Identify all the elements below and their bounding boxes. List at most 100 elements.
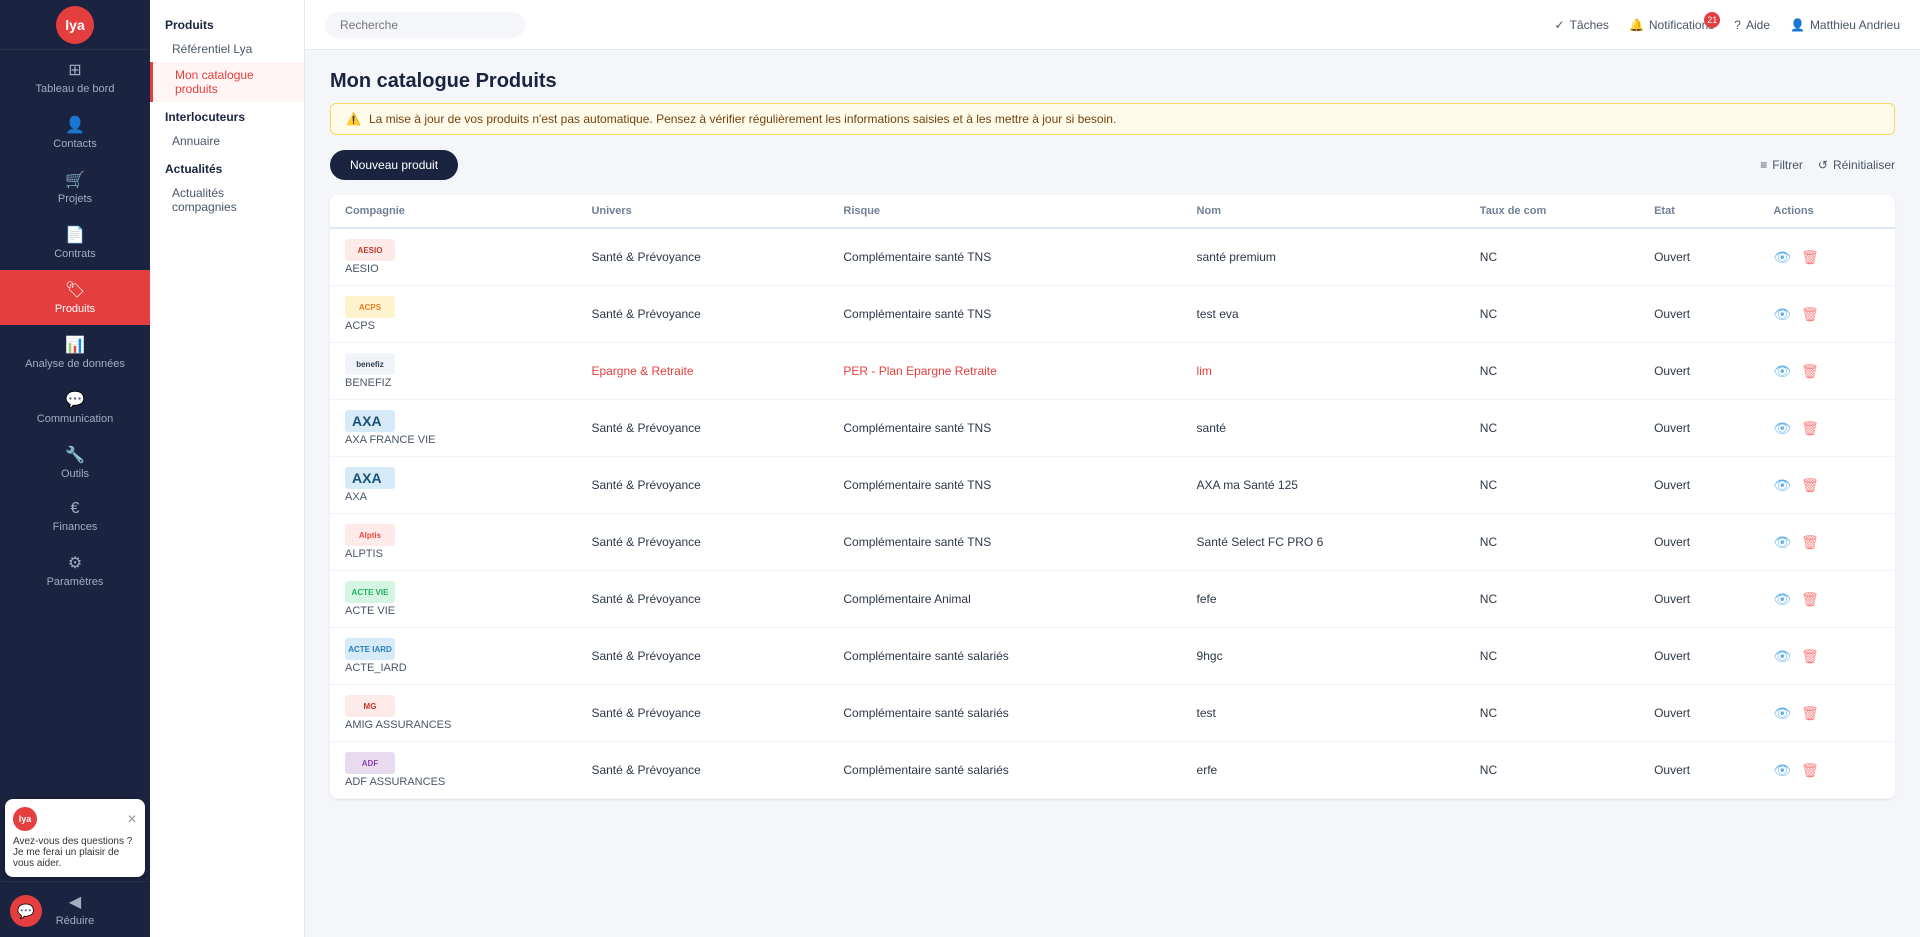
row-0-compagnie: AESIO AESIO bbox=[330, 228, 576, 286]
view-button[interactable]: 👁 bbox=[1773, 762, 1791, 779]
sidebar-item-produits[interactable]: 🏷 Produits bbox=[0, 270, 150, 325]
sidebar-label-produits: Produits bbox=[55, 303, 95, 315]
sidebar-item-contrats[interactable]: 📄 Contrats bbox=[0, 215, 150, 270]
sub-item-referentiel[interactable]: Référentiel Lya bbox=[150, 36, 304, 62]
row-7-univers: Santé & Prévoyance bbox=[576, 628, 828, 685]
chat-bot-button[interactable]: 💬 bbox=[10, 895, 42, 927]
sidebar-item-dashboard[interactable]: ⊞ Tableau de bord bbox=[0, 50, 150, 105]
col-header-univers: Univers bbox=[576, 195, 828, 228]
row-8-nom: test bbox=[1182, 685, 1465, 742]
risque-link[interactable]: PER - Plan Epargne Retraite bbox=[843, 364, 996, 378]
univers-link[interactable]: Epargne & Retraite bbox=[591, 364, 693, 378]
view-button[interactable]: 👁 bbox=[1773, 591, 1791, 608]
help-button[interactable]: ? Aide bbox=[1734, 18, 1770, 32]
col-header-taux_com: Taux de com bbox=[1465, 195, 1639, 228]
row-9-etat: Ouvert bbox=[1639, 742, 1758, 799]
chat-bubble: lya ✕ Avez-vous des questions ? Je me fe… bbox=[5, 799, 145, 877]
row-7-risque: Complémentaire santé salariés bbox=[828, 628, 1181, 685]
topbar: ✓ Tâches 🔔 Notifications 21 ? Aide 👤 Mat… bbox=[305, 0, 1920, 50]
delete-button[interactable]: 🗑 bbox=[1801, 534, 1819, 551]
communication-icon: 💬 bbox=[65, 390, 85, 410]
sidebar-item-finances[interactable]: € Finances bbox=[0, 490, 150, 543]
notifications-button[interactable]: 🔔 Notifications 21 bbox=[1629, 18, 1714, 32]
reset-icon: ↺ bbox=[1818, 158, 1828, 172]
row-0-taux: NC bbox=[1465, 228, 1639, 286]
row-6-univers: Santé & Prévoyance bbox=[576, 571, 828, 628]
sub-item-annuaire[interactable]: Annuaire bbox=[150, 128, 304, 154]
search-input[interactable] bbox=[325, 12, 525, 38]
delete-button[interactable]: 🗑 bbox=[1801, 477, 1819, 494]
user-button[interactable]: 👤 Matthieu Andrieu bbox=[1790, 18, 1900, 32]
row-4-compagnie: AXA AXA bbox=[330, 457, 576, 514]
sidebar-label-contrats: Contrats bbox=[54, 248, 96, 260]
view-button[interactable]: 👁 bbox=[1773, 477, 1791, 494]
parametres-icon: ⚙ bbox=[68, 553, 82, 573]
filter-button[interactable]: ≡ Filtrer bbox=[1760, 158, 1803, 172]
sub-item-mon-catalogue[interactable]: Mon catalogue produits bbox=[150, 62, 304, 102]
delete-button[interactable]: 🗑 bbox=[1801, 705, 1819, 722]
delete-button[interactable]: 🗑 bbox=[1801, 420, 1819, 437]
sidebar-item-analyse[interactable]: 📊 Analyse de données bbox=[0, 325, 150, 380]
dashboard-icon: ⊞ bbox=[68, 60, 81, 80]
table-row: ACTE IARD ACTE_IARD Santé & PrévoyanceCo… bbox=[330, 628, 1895, 685]
page-title: Mon catalogue Produits bbox=[330, 70, 1895, 93]
company-logo: MG bbox=[345, 695, 395, 717]
bell-icon: 🔔 bbox=[1629, 18, 1644, 32]
view-button[interactable]: 👁 bbox=[1773, 420, 1791, 437]
sub-item-actualites-compagnies[interactable]: Actualités compagnies bbox=[150, 180, 304, 220]
sidebar-label-finances: Finances bbox=[53, 521, 98, 533]
company-name: AXA bbox=[345, 491, 367, 503]
sidebar-item-contacts[interactable]: 👤 Contacts bbox=[0, 105, 150, 160]
delete-button[interactable]: 🗑 bbox=[1801, 762, 1819, 779]
sidebar-label-projets: Projets bbox=[58, 193, 92, 205]
help-icon: ? bbox=[1734, 18, 1741, 32]
company-name: ADF ASSURANCES bbox=[345, 776, 445, 788]
chat-bubble-header: lya ✕ bbox=[13, 807, 137, 831]
delete-button[interactable]: 🗑 bbox=[1801, 648, 1819, 665]
view-button[interactable]: 👁 bbox=[1773, 648, 1791, 665]
row-6-actions: 👁 🗑 bbox=[1758, 571, 1895, 628]
row-8-actions: 👁 🗑 bbox=[1758, 685, 1895, 742]
delete-button[interactable]: 🗑 bbox=[1801, 363, 1819, 380]
new-product-button[interactable]: Nouveau produit bbox=[330, 150, 458, 180]
filter-label: Filtrer bbox=[1772, 158, 1803, 172]
view-button[interactable]: 👁 bbox=[1773, 705, 1791, 722]
sub-section-actualités: Actualités bbox=[150, 154, 304, 180]
contacts-icon: 👤 bbox=[65, 115, 85, 135]
row-4-taux: NC bbox=[1465, 457, 1639, 514]
delete-button[interactable]: 🗑 bbox=[1801, 591, 1819, 608]
row-8-univers: Santé & Prévoyance bbox=[576, 685, 828, 742]
sidebar-label-outils: Outils bbox=[61, 468, 89, 480]
row-0-actions: 👁 🗑 bbox=[1758, 228, 1895, 286]
sidebar-item-projets[interactable]: 🛒 Projets bbox=[0, 160, 150, 215]
row-5-etat: Ouvert bbox=[1639, 514, 1758, 571]
company-name: ACTE_IARD bbox=[345, 662, 407, 674]
view-button[interactable]: 👁 bbox=[1773, 249, 1791, 266]
row-3-actions: 👁 🗑 bbox=[1758, 400, 1895, 457]
row-7-taux: NC bbox=[1465, 628, 1639, 685]
sidebar-item-communication[interactable]: 💬 Communication bbox=[0, 380, 150, 435]
filter-icon: ≡ bbox=[1760, 158, 1767, 172]
sidebar-item-outils[interactable]: 🔧 Outils bbox=[0, 435, 150, 490]
row-6-taux: NC bbox=[1465, 571, 1639, 628]
row-3-nom: santé bbox=[1182, 400, 1465, 457]
view-button[interactable]: 👁 bbox=[1773, 534, 1791, 551]
row-9-actions: 👁 🗑 bbox=[1758, 742, 1895, 799]
table-row: AXA AXA Santé & PrévoyanceComplémentaire… bbox=[330, 457, 1895, 514]
company-logo: ACTE VIE bbox=[345, 581, 395, 603]
company-logo: AXA bbox=[345, 410, 395, 432]
reset-button[interactable]: ↺ Réinitialiser bbox=[1818, 158, 1895, 172]
row-5-risque: Complémentaire santé TNS bbox=[828, 514, 1181, 571]
delete-button[interactable]: 🗑 bbox=[1801, 306, 1819, 323]
sidebar-label-parametres: Paramètres bbox=[47, 576, 104, 588]
row-1-nom: test eva bbox=[1182, 286, 1465, 343]
nom-link[interactable]: lim bbox=[1197, 364, 1212, 378]
chat-close-button[interactable]: ✕ bbox=[127, 812, 137, 826]
view-button[interactable]: 👁 bbox=[1773, 363, 1791, 380]
company-logo: ACPS bbox=[345, 296, 395, 318]
view-button[interactable]: 👁 bbox=[1773, 306, 1791, 323]
delete-button[interactable]: 🗑 bbox=[1801, 249, 1819, 266]
row-1-actions: 👁 🗑 bbox=[1758, 286, 1895, 343]
tasks-button[interactable]: ✓ Tâches bbox=[1555, 18, 1609, 32]
sidebar-item-parametres[interactable]: ⚙ Paramètres bbox=[0, 543, 150, 598]
